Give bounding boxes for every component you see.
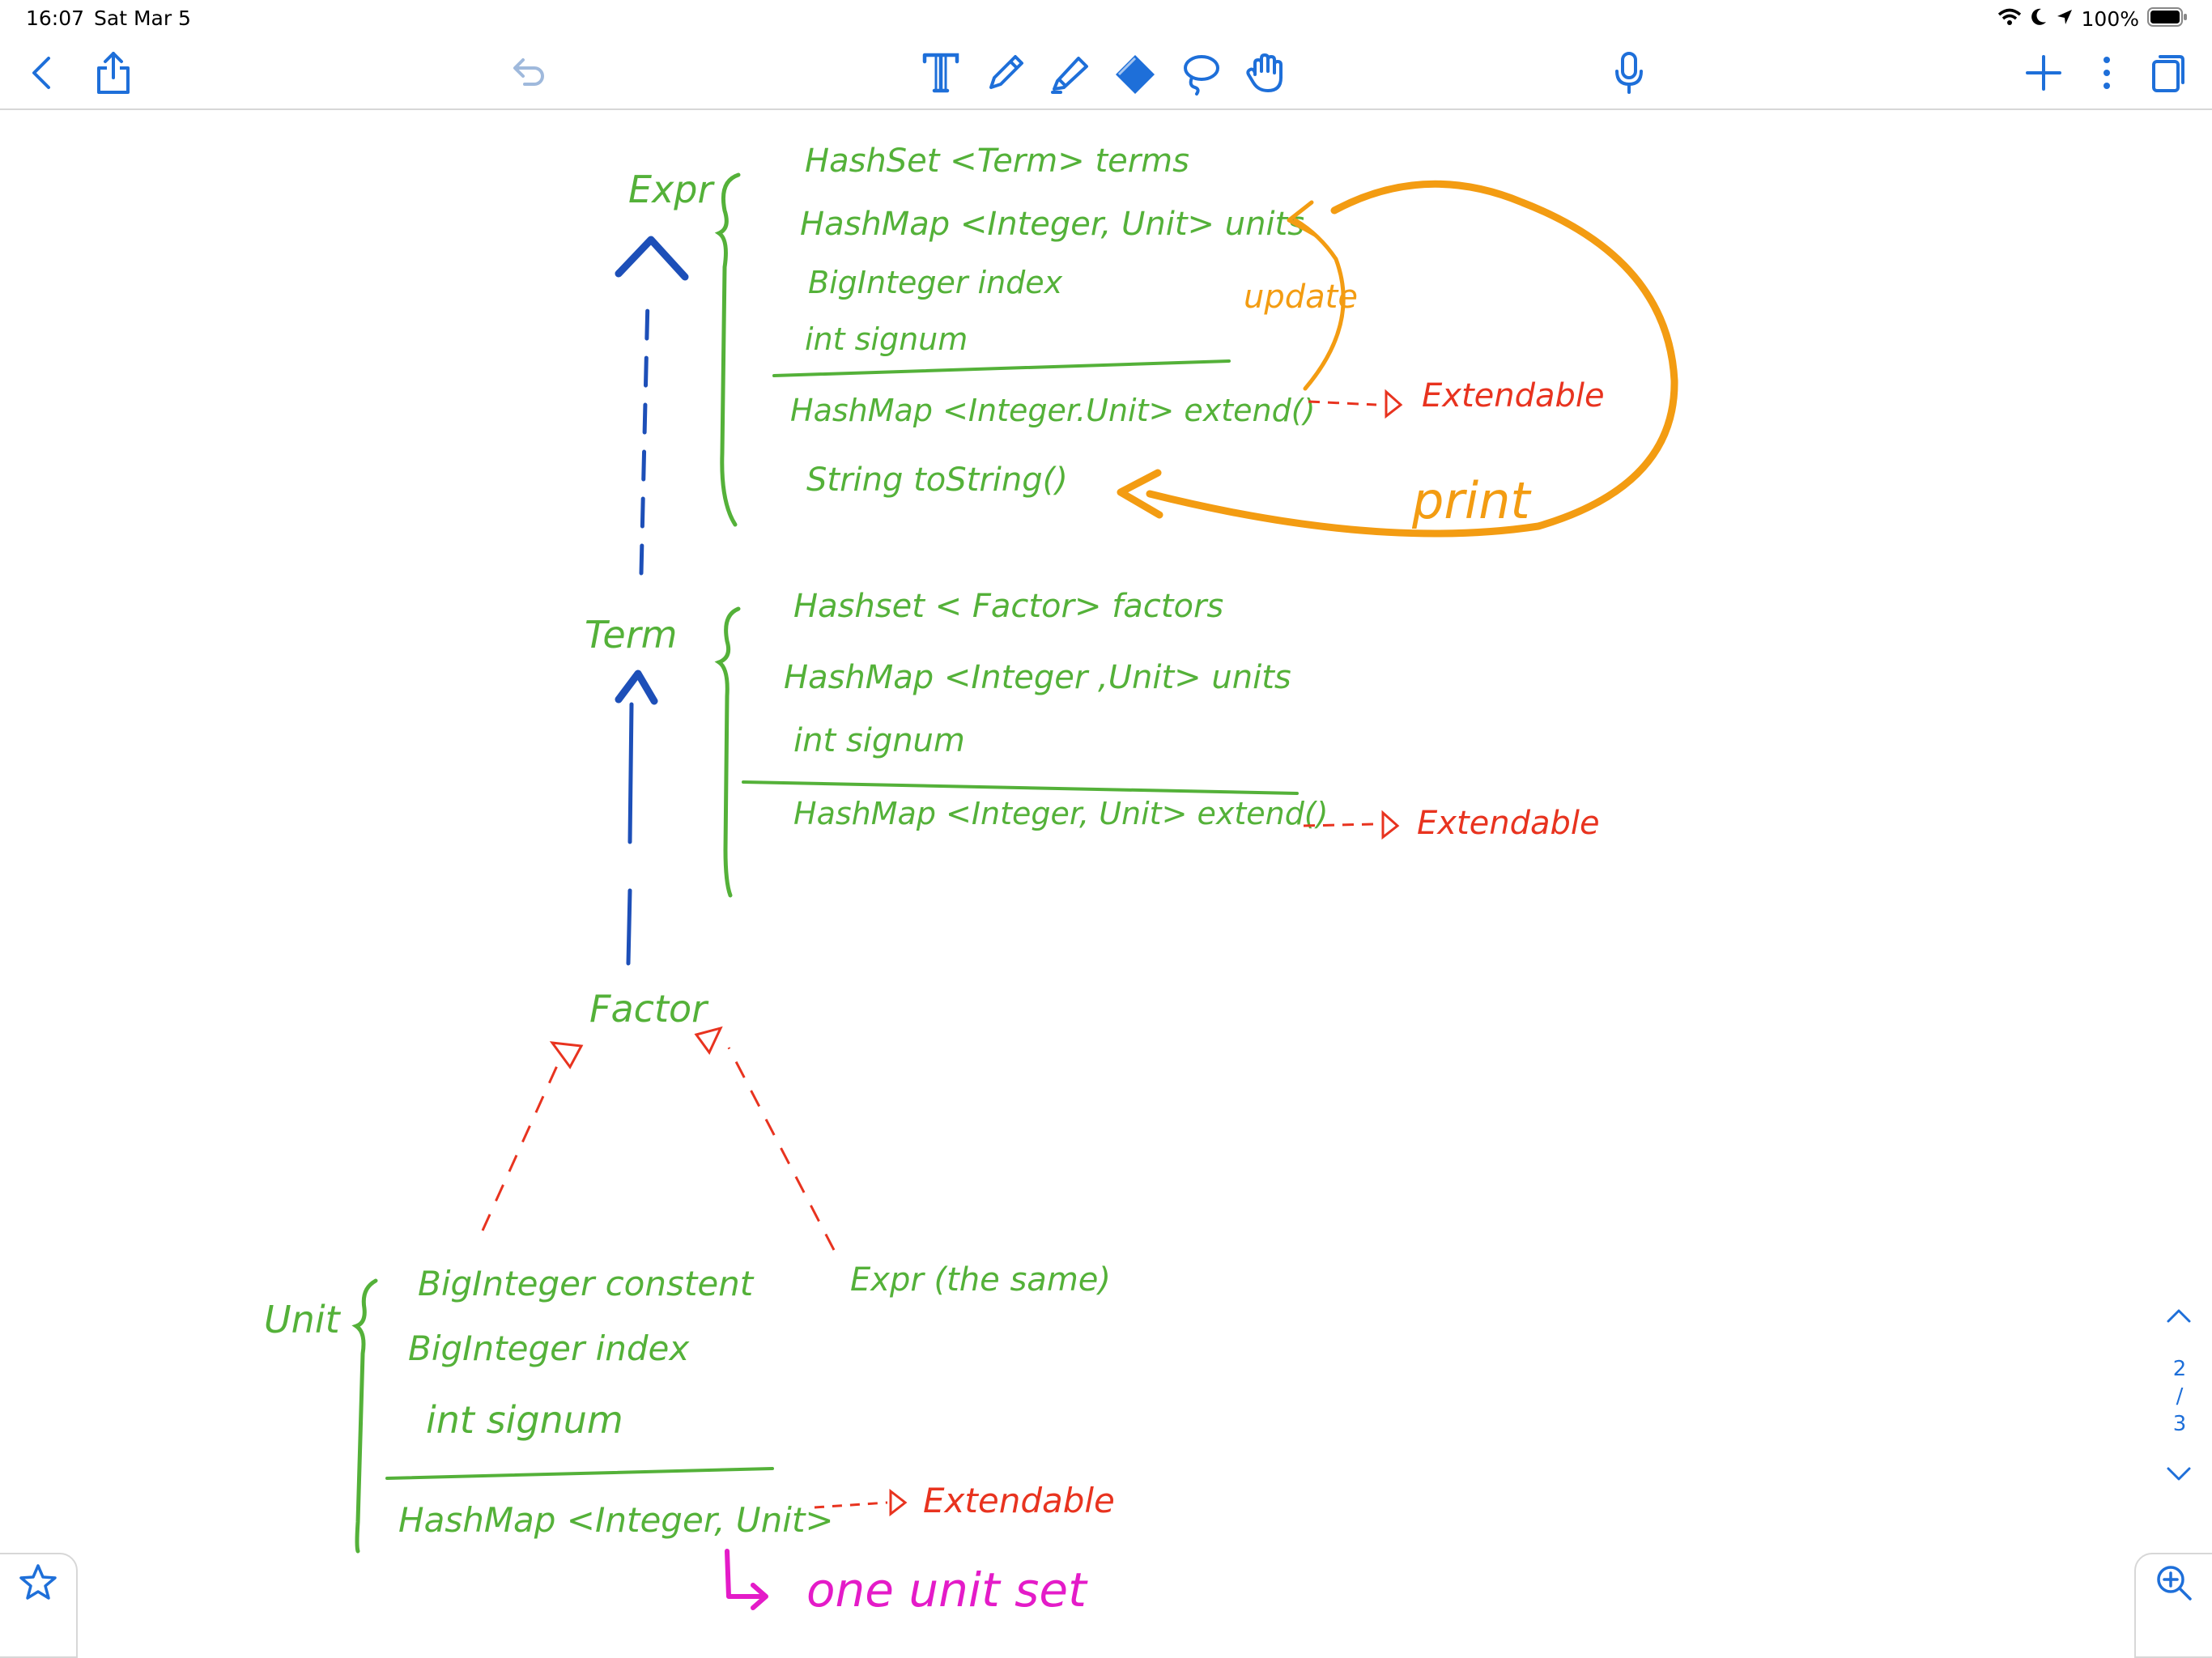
term-divider bbox=[742, 780, 1299, 795]
term-field-2: HashMap <Integer ,Unit> units bbox=[784, 659, 1291, 696]
factor-to-term-arrowhead bbox=[615, 670, 658, 705]
page-down-icon[interactable] bbox=[2165, 1465, 2193, 1486]
factor-title: Factor bbox=[589, 987, 709, 1031]
expr-to-factor-arrow bbox=[727, 1047, 836, 1251]
pages-icon[interactable] bbox=[2142, 47, 2194, 99]
unit-footnote: one unit set bbox=[806, 1562, 1088, 1618]
eraser-tool-icon[interactable] bbox=[1109, 47, 1161, 99]
page-navigator: 2 / 3 bbox=[2147, 1295, 2212, 1498]
expr-method-1: HashMap <Integer.Unit> extend() bbox=[790, 393, 1315, 428]
print-label: print bbox=[1411, 471, 1532, 530]
expr-field-3: BigInteger index bbox=[808, 265, 1063, 300]
expr-title: Expr bbox=[628, 168, 715, 211]
expr-field-2: HashMap <Integer, Unit> units bbox=[800, 206, 1304, 243]
status-date: Sat Mar 5 bbox=[94, 6, 191, 30]
update-label: update bbox=[1244, 278, 1358, 316]
term-title: Term bbox=[585, 613, 677, 657]
zoom-in-icon bbox=[2154, 1562, 2194, 1656]
term-extendable-label: Extendable bbox=[1417, 805, 1600, 842]
unit-divider bbox=[385, 1467, 774, 1480]
location-icon bbox=[2056, 7, 2074, 30]
expr-field-4: int signum bbox=[805, 321, 968, 357]
status-bar: 16:07 Sat Mar 5 100% bbox=[0, 0, 2212, 37]
star-icon bbox=[18, 1562, 58, 1656]
wifi-icon bbox=[1997, 7, 2022, 30]
term-extend-arrow bbox=[1303, 823, 1374, 827]
add-icon[interactable] bbox=[2018, 47, 2069, 99]
unit-title: Unit bbox=[264, 1298, 342, 1341]
pen-tool-icon[interactable] bbox=[980, 47, 1032, 99]
favorite-button[interactable] bbox=[0, 1553, 78, 1658]
expr-extend-arrow bbox=[1308, 400, 1377, 406]
toolbar bbox=[0, 37, 2212, 110]
back-icon[interactable] bbox=[16, 47, 68, 99]
microphone-icon[interactable] bbox=[1603, 47, 1655, 99]
highlighter-tool-icon[interactable] bbox=[1044, 47, 1096, 99]
term-field-1: Hashset < Factor> factors bbox=[793, 588, 1223, 625]
unit-to-factor-arrowhead bbox=[549, 1041, 584, 1069]
page-current: 2 bbox=[2172, 1357, 2187, 1381]
battery-percent: 100% bbox=[2081, 6, 2139, 31]
unit-to-factor-arrow bbox=[481, 1061, 560, 1231]
status-time: 16:07 bbox=[26, 6, 85, 30]
unit-extendable-label: Extendable bbox=[923, 1481, 1115, 1520]
expr-field-1: HashSet <Term> terms bbox=[805, 142, 1189, 180]
moon-icon bbox=[2030, 7, 2048, 30]
page-up-icon[interactable] bbox=[2165, 1307, 2193, 1328]
term-method-1: HashMap <Integer, Unit> extend() bbox=[793, 796, 1329, 831]
note-canvas[interactable]: Expr HashSet <Term> terms HashMap <Integ… bbox=[0, 110, 2212, 1658]
zoom-button[interactable] bbox=[2134, 1553, 2212, 1658]
expr-extendable-label: Extendable bbox=[1422, 377, 1605, 414]
battery-icon bbox=[2147, 6, 2188, 31]
factor-to-term-arrow bbox=[626, 702, 634, 966]
expr-divider bbox=[772, 359, 1231, 377]
unit-brace bbox=[351, 1278, 378, 1554]
expr-brace bbox=[714, 172, 741, 527]
expr-method-2: String toString() bbox=[806, 461, 1068, 499]
page-separator: / bbox=[2176, 1384, 2184, 1409]
unit-field-3: int signum bbox=[426, 1398, 623, 1442]
term-field-3: int signum bbox=[793, 722, 965, 759]
hand-tool-icon[interactable] bbox=[1239, 47, 1291, 99]
expr-to-factor-arrowhead bbox=[694, 1026, 723, 1055]
lasso-tool-icon[interactable] bbox=[1174, 47, 1226, 99]
page-indicator: 2 / 3 bbox=[2147, 1355, 2212, 1438]
term-brace bbox=[714, 606, 741, 898]
unit-method-1: HashMap <Integer, Unit> bbox=[398, 1500, 834, 1540]
term-to-expr-arrow bbox=[639, 297, 650, 576]
undo-icon[interactable] bbox=[500, 47, 552, 99]
term-to-expr-arrowhead bbox=[615, 236, 689, 281]
share-icon[interactable] bbox=[87, 47, 139, 99]
unit-extend-arrowhead bbox=[889, 1488, 908, 1517]
unit-field-1: BigInteger constent bbox=[418, 1264, 755, 1303]
expr-extend-arrowhead bbox=[1385, 389, 1403, 419]
page-total: 3 bbox=[2172, 1412, 2187, 1436]
expr-same-label: Expr (the same) bbox=[850, 1261, 1111, 1299]
status-right: 100% bbox=[1997, 5, 2188, 32]
more-icon[interactable] bbox=[2081, 47, 2133, 99]
unit-field-2: BigInteger index bbox=[408, 1329, 690, 1368]
text-tool-icon[interactable] bbox=[915, 47, 967, 99]
term-extend-arrowhead bbox=[1381, 810, 1400, 840]
